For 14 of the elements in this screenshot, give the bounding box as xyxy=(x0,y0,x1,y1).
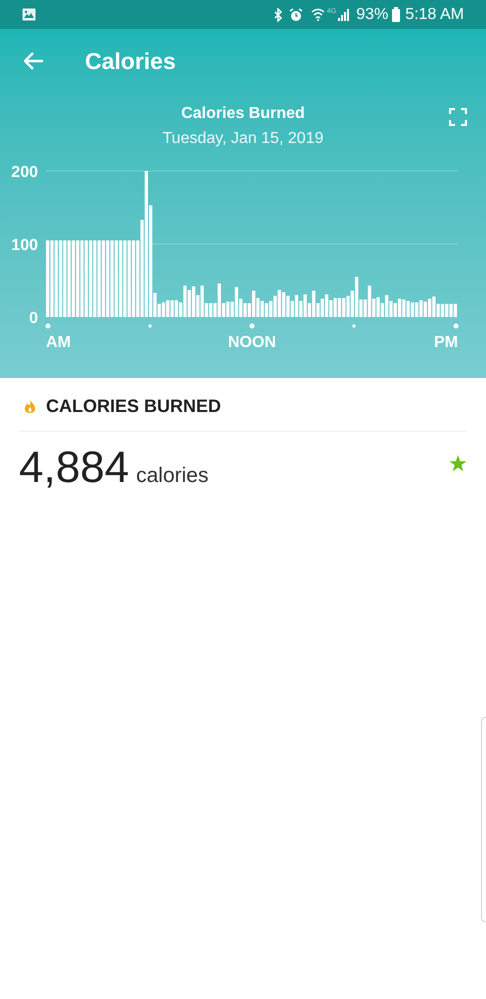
y-axis-label: 0 xyxy=(29,310,38,327)
calories-value: 4,884 xyxy=(19,446,130,490)
x-axis-label: AM xyxy=(46,334,71,351)
battery-percent: 93% xyxy=(356,4,388,24)
chart-title: Calories Burned xyxy=(181,104,305,124)
x-axis-label: PM xyxy=(434,334,458,351)
clock-time: 5:18 AM xyxy=(405,4,464,24)
page-title: Calories xyxy=(85,46,176,76)
calories-unit: calories xyxy=(136,463,208,489)
y-axis-label: 200 xyxy=(11,164,38,181)
section-heading: CALORIES BURNED xyxy=(46,395,222,418)
x-axis-label: NOON xyxy=(228,334,276,351)
y-axis-label: 100 xyxy=(11,237,38,254)
chart-date: Tuesday, Jan 15, 2019 xyxy=(162,129,324,149)
